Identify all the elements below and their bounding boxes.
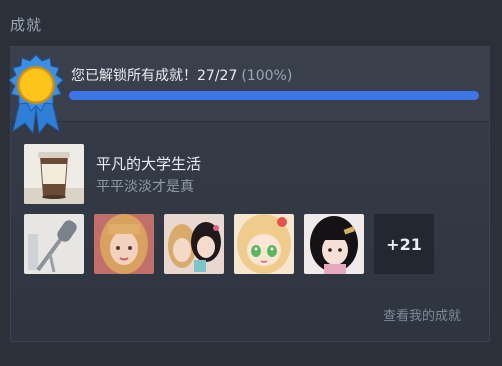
achievements-card: 您已解锁所有成就！27/27 (100%) 平凡的大学生活 平平淡淡才是真 +2…	[8, 46, 490, 342]
progress-count: 您已解锁所有成就！27/27	[71, 68, 238, 84]
progress-bar	[69, 91, 479, 100]
section-title: 成就	[10, 16, 43, 34]
view-my-achievements-link[interactable]: 查看我的成就	[383, 305, 461, 324]
medal-icon	[8, 54, 64, 135]
portrait-two-girls	[164, 214, 224, 274]
portrait-blonde-girl	[94, 214, 154, 274]
achievement-icon[interactable]	[234, 214, 294, 274]
achievement-icon[interactable]	[304, 214, 364, 274]
progress-bar-fill	[69, 91, 479, 100]
portrait-dark-hair-girl	[304, 214, 364, 274]
achievement-icon[interactable]	[164, 214, 224, 274]
more-achievements-badge[interactable]: +21	[374, 214, 434, 274]
coffee-cup-icon	[24, 144, 84, 204]
game-thumbnail[interactable]	[24, 144, 84, 204]
progress-message: 您已解锁所有成就！27/27 (100%)	[71, 65, 292, 85]
progress-percent: (100%)	[241, 68, 293, 84]
game-subtitle: 平平淡淡才是真	[96, 179, 194, 195]
achievement-icon[interactable]	[94, 214, 154, 274]
anime-girl-portrait	[234, 214, 294, 274]
game-title[interactable]: 平凡的大学生活	[96, 153, 201, 174]
microphone-icon	[24, 214, 84, 274]
achievement-icon[interactable]	[24, 214, 84, 274]
